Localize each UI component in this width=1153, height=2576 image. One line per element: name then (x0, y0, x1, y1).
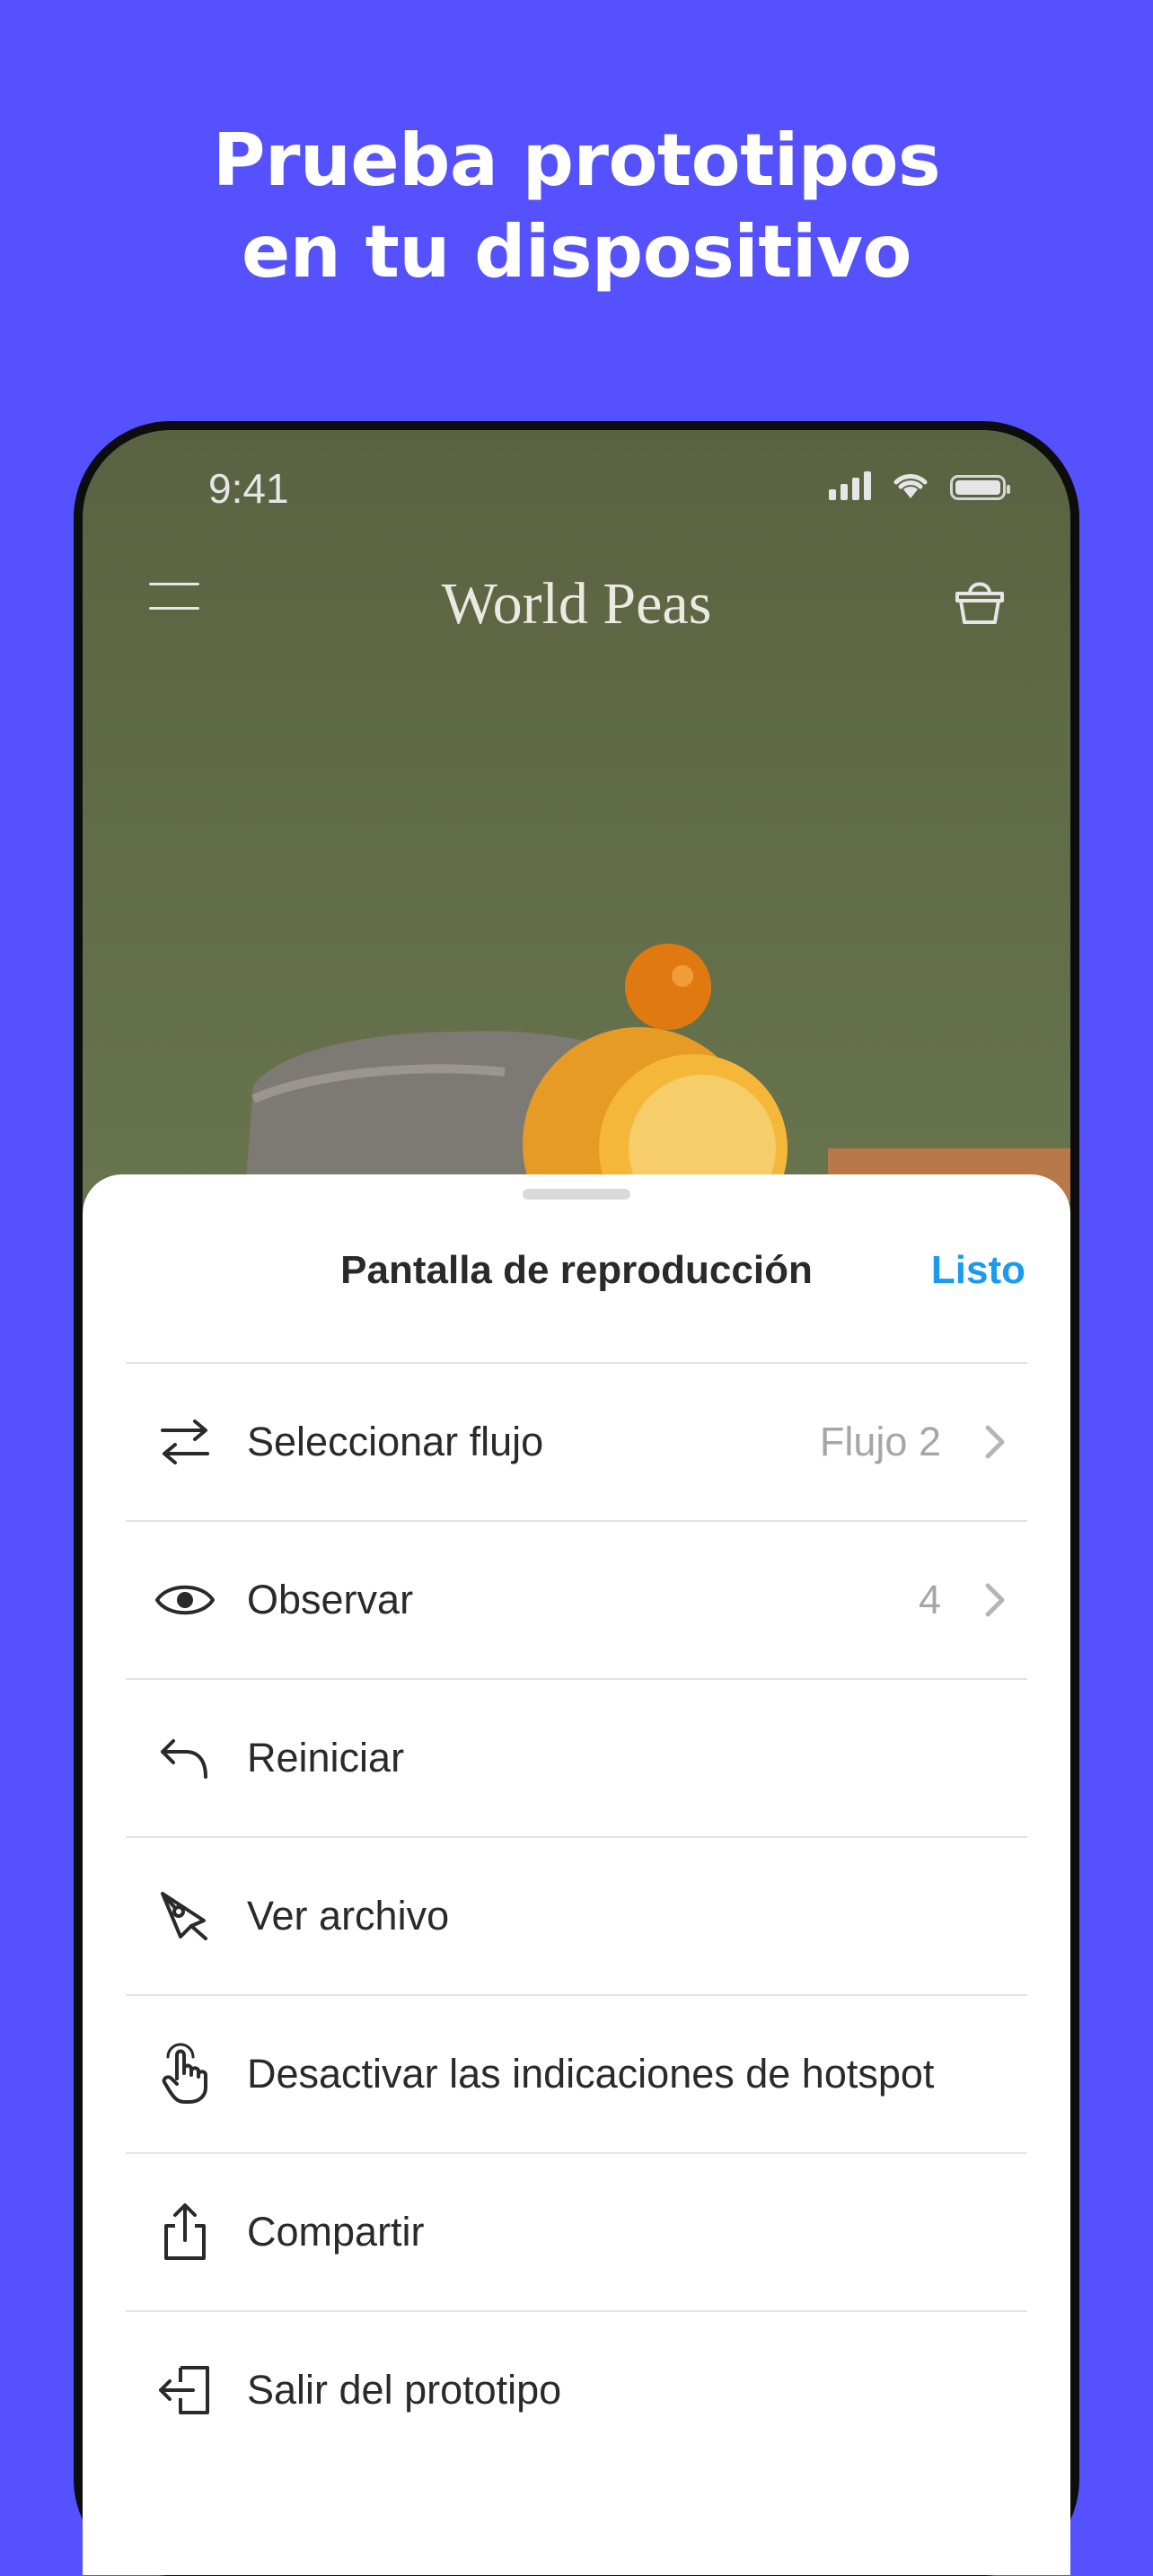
exit-icon (151, 2356, 219, 2424)
option-hotspot-hints[interactable]: Desactivar las indicaciones de hotspot (126, 1994, 1027, 2152)
share-icon (151, 2198, 219, 2266)
option-label: Salir del prototipo (247, 2367, 562, 2413)
option-label: Seleccionar flujo (247, 1419, 544, 1464)
app-bar: World Peas (83, 565, 1070, 637)
headline-line-2: en tu dispositivo (242, 210, 911, 294)
signal-icon (829, 470, 871, 500)
option-select-flow[interactable]: Seleccionar flujo Flujo 2 (126, 1362, 1027, 1520)
eye-icon (151, 1566, 219, 1634)
done-button[interactable]: Listo (931, 1248, 1025, 1293)
pen-tool-icon (151, 1882, 219, 1950)
playback-sheet: Pantalla de reproducción Listo Seleccion… (83, 1174, 1070, 2575)
battery-icon (950, 475, 1010, 500)
sheet-title: Pantalla de reproducción (340, 1248, 813, 1292)
sheet-grabber[interactable] (523, 1189, 630, 1200)
chevron-right-icon (985, 1425, 1005, 1459)
option-value: 4 (918, 1577, 941, 1622)
option-label: Compartir (247, 2209, 425, 2255)
option-exit-prototype[interactable]: Salir del prototipo (126, 2310, 1027, 2468)
status-icons (829, 470, 1010, 500)
options-list: Seleccionar flujo Flujo 2 Observar 4 Rei… (126, 1362, 1027, 2468)
chevron-right-icon (985, 1583, 1005, 1617)
arrows-flow-icon (151, 1408, 219, 1476)
headline: Prueba prototipos en tu dispositivo (0, 115, 1153, 298)
option-label: Observar (247, 1577, 414, 1622)
status-bar: 9:41 (83, 464, 1070, 518)
option-observe[interactable]: Observar 4 (126, 1520, 1027, 1678)
basket-icon[interactable] (952, 574, 1008, 628)
undo-icon (151, 1724, 219, 1792)
option-value: Flujo 2 (819, 1419, 941, 1464)
option-label: Reiniciar (247, 1735, 405, 1780)
option-view-file[interactable]: Ver archivo (126, 1836, 1027, 1994)
wifi-icon (893, 474, 928, 498)
option-label: Ver archivo (247, 1893, 450, 1939)
headline-line-1: Prueba prototipos (212, 119, 941, 202)
hand-pointer-icon (151, 2040, 219, 2108)
status-time: 9:41 (208, 465, 289, 512)
option-share[interactable]: Compartir (126, 2152, 1027, 2310)
product-photo (244, 944, 1070, 1202)
option-restart[interactable]: Reiniciar (126, 1678, 1027, 1836)
brand-title: World Peas (441, 571, 712, 637)
option-label: Desactivar las indicaciones de hotspot (247, 2051, 935, 2097)
